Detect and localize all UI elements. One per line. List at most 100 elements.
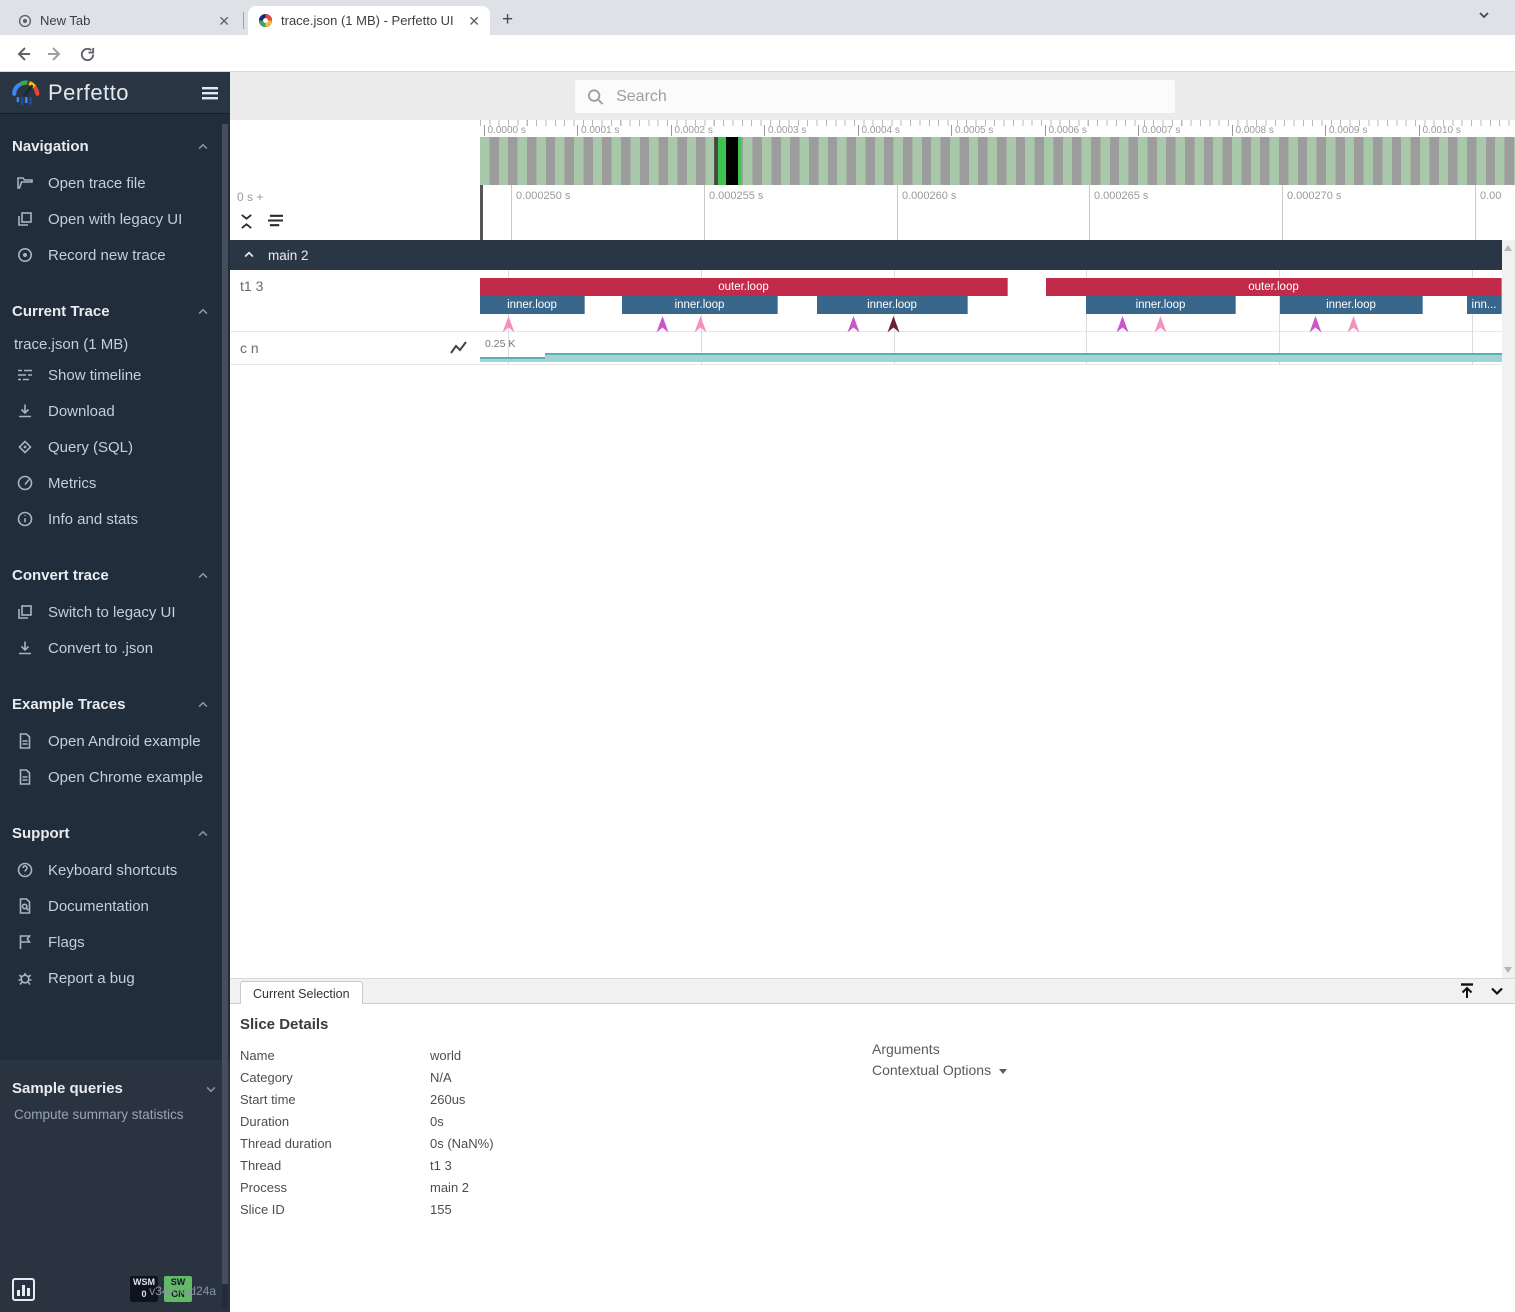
sidebar-scrollbar[interactable] [222,124,228,1309]
contextual-options-button[interactable]: Contextual Options [872,1062,1007,1078]
sidebar-item-keyboard-shortcuts[interactable]: Keyboard shortcuts [12,852,210,888]
counter-area-segment[interactable] [545,353,1502,362]
sidebar-item-metrics[interactable]: Metrics [12,465,210,501]
chevron-up-icon [196,140,210,154]
sidebar-item-open-with-legacy-ui[interactable]: Open with legacy UI [12,201,210,237]
ruler-tick-label: 0.000255 s [704,190,763,202]
tab-new-tab[interactable]: New Tab ✕ [8,6,240,35]
slice-inner-loop[interactable]: inner.loop [480,296,585,314]
instant-event-arrow[interactable] [694,316,707,333]
instant-event-arrow[interactable] [847,316,860,333]
sidebar-item-query-sql-[interactable]: Query (SQL) [12,429,210,465]
slice-outer-loop[interactable]: outer.loop [1046,278,1502,296]
instant-event-arrow[interactable] [887,316,900,333]
minimap-viewport-marker[interactable] [726,137,738,185]
perfetto-favicon [258,13,273,28]
scroll-up-icon[interactable] [1504,245,1512,251]
minimap-viewport-marker[interactable] [718,137,726,185]
sidebar-item-documentation[interactable]: Documentation [12,888,210,924]
sidebar-item-report-a-bug[interactable]: Report a bug [12,960,210,996]
detail-key: Category [240,1070,430,1085]
ruler-tick-label: 0.000265 s [1089,190,1148,202]
bug-icon [16,969,34,987]
timeline-minimap[interactable] [230,137,1515,185]
minimap-viewport-marker[interactable] [738,137,741,185]
collapse-panel-chevron-icon[interactable] [1488,982,1506,1000]
track-sort-icon[interactable] [266,213,285,228]
sidebar-item-open-chrome-example[interactable]: Open Chrome example [12,759,210,795]
scroll-down-icon[interactable] [1504,967,1512,973]
slice-inner-loop[interactable]: inn... [1467,296,1502,314]
overview-tick-label: 0.0010 s [1419,125,1461,136]
folder-open-icon [16,174,34,192]
section-title[interactable]: Navigation [12,132,210,165]
detail-key: Start time [240,1092,430,1107]
sidebar-item-switch-to-legacy-ui[interactable]: Switch to legacy UI [12,594,210,630]
tab-current-selection[interactable]: Current Selection [240,981,363,1006]
section-title[interactable]: Convert trace [12,561,210,594]
reload-button[interactable] [74,41,100,67]
globe-icon [18,14,32,28]
detail-row: Duration0s [240,1110,494,1132]
instant-event-arrow[interactable] [502,316,515,333]
ruler-tick-label: 0.000250 s [511,190,570,202]
section-title[interactable]: Example Traces [12,690,210,723]
tab-separator [243,12,244,29]
brand-title: Perfetto [48,80,192,106]
section-title[interactable]: Support [12,819,210,852]
section-title[interactable]: Current Trace [12,297,210,330]
slice-inner-loop[interactable]: inner.loop [622,296,778,314]
new-tab-button[interactable]: + [502,9,513,31]
process-group-header[interactable]: main 2 [230,240,1502,270]
instant-event-arrow[interactable] [1309,316,1322,333]
sidebar-item-open-android-example[interactable]: Open Android example [12,723,210,759]
tab-perfetto[interactable]: trace.json (1 MB) - Perfetto UI ✕ [248,6,490,35]
viewport-ruler: 0 s + 0.000250 s0.000255 s0.000260 s0.00… [230,185,1515,240]
forward-button[interactable] [42,41,68,67]
sidebar-item-open-trace-file[interactable]: Open trace file [12,165,210,201]
tab-title: New Tab [40,13,90,28]
counter-area-segment[interactable] [480,357,545,362]
sidebar-item-show-timeline[interactable]: Show timeline [12,357,210,393]
instant-event-arrow[interactable] [656,316,669,333]
download-icon [16,402,34,420]
overview-tick-label: 0.0004 s [858,125,900,136]
search-input[interactable] [616,88,1163,106]
slice-inner-loop[interactable]: inner.loop [1086,296,1236,314]
search-box[interactable] [575,80,1175,113]
detail-value: N/A [430,1070,452,1085]
expand-panel-icon[interactable] [1458,982,1476,1000]
section-title[interactable]: Sample queries [12,1074,218,1103]
instant-event-arrow[interactable] [1116,316,1129,333]
doc-icon [16,768,34,786]
sidebar-item-download[interactable]: Download [12,393,210,429]
slice-inner-loop[interactable]: inner.loop [1280,296,1423,314]
detail-row: Start time260us [240,1088,494,1110]
sample-query-item[interactable]: Compute summary statistics [12,1103,218,1126]
minimap-stripes[interactable] [480,137,1515,185]
sidebar-item-info-and-stats[interactable]: Info and stats [12,501,210,537]
tab-search-chevron-icon[interactable] [1477,8,1491,22]
sidebar-item-flags[interactable]: Flags [12,924,210,960]
instant-event-arrow[interactable] [1154,316,1167,333]
version-label: v34.0-ad24a [149,1284,216,1298]
hamburger-menu-icon[interactable] [200,83,220,103]
sidebar-item-record-new-trace[interactable]: Record new trace [12,237,210,273]
collapse-tracks-icon[interactable] [239,213,254,230]
instant-event-arrow[interactable] [1347,316,1360,333]
back-button[interactable] [10,41,36,67]
chevron-up-icon [242,248,256,262]
detail-value: 0s (NaN%) [430,1136,494,1151]
sidebar-item-convert-to-json[interactable]: Convert to .json [12,630,210,666]
close-tab-icon[interactable]: ✕ [218,14,230,28]
slice-outer-loop[interactable]: outer.loop [480,278,1008,296]
slice-inner-loop[interactable]: inner.loop [817,296,968,314]
search-icon [587,88,604,106]
trace-stats-icon[interactable] [12,1276,36,1302]
chevron-up-icon [196,827,210,841]
detail-value: main 2 [430,1180,469,1195]
close-tab-icon[interactable]: ✕ [468,14,480,28]
detail-key: Duration [240,1114,430,1129]
track-scrollbar[interactable] [1502,240,1515,978]
track-canvas[interactable]: 0.25 K outer.loopouter.loopinner.loopinn… [480,270,1502,365]
